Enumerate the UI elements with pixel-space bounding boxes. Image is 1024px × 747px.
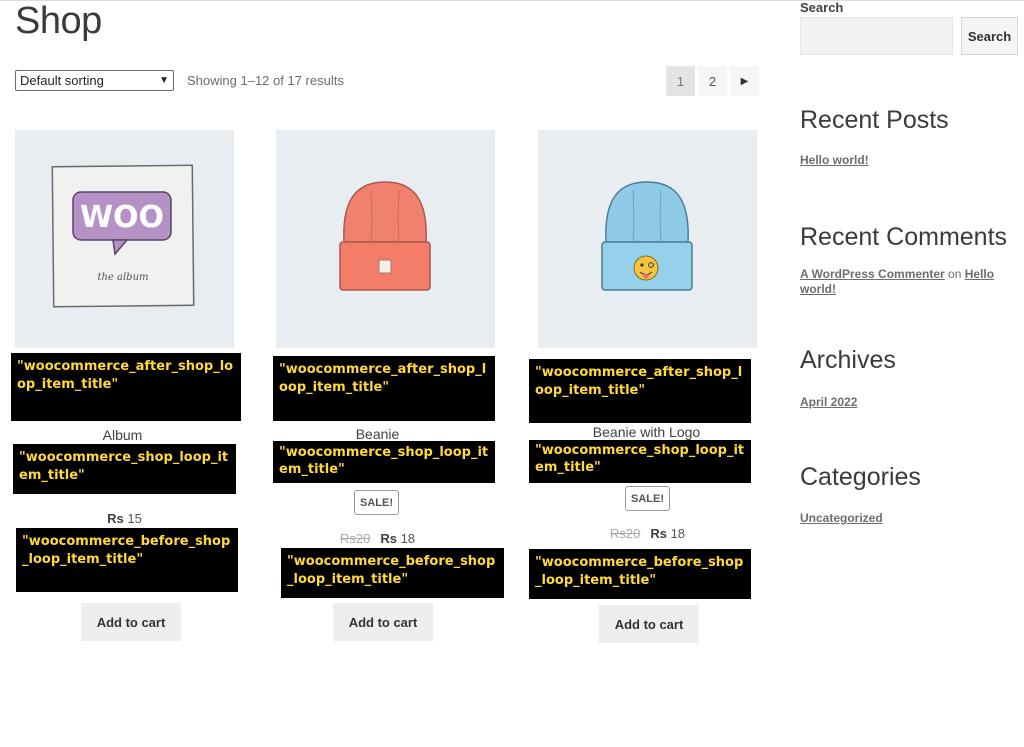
comment-joiner: on: [948, 267, 962, 281]
hook-label-item-title: "woocommerce_shop_loop_item_title": [13, 444, 236, 494]
add-to-cart-button[interactable]: Add to cart: [333, 603, 433, 641]
product-price-beanie-with-logo: Rs20 Rs 18: [538, 526, 757, 541]
currency-symbol: Rs: [380, 531, 397, 546]
product-image-album[interactable]: WOO the album: [15, 130, 234, 348]
product-price-beanie: Rs20 Rs 18: [268, 531, 487, 546]
currency-symbol: Rs: [650, 526, 667, 541]
hook-label-item-title: "woocommerce_shop_loop_item_title": [273, 441, 495, 483]
archives-title: Archives: [800, 346, 896, 374]
album-caption-text: the album: [97, 272, 148, 283]
product-title-album[interactable]: Album: [13, 427, 232, 443]
page-1: 1: [666, 66, 695, 96]
sale-badge: SALE!: [625, 486, 670, 511]
hook-label-item-title: "woocommerce_shop_loop_item_title": [529, 440, 751, 483]
search-label: Search: [800, 0, 844, 15]
hook-label-after-title: "woocommerce_after_shop_loop_item_title": [11, 353, 241, 421]
page-title: Shop: [15, 0, 102, 42]
category-link[interactable]: Uncategorized: [800, 511, 883, 525]
currency-symbol: Rs: [107, 511, 124, 526]
comment-author-link[interactable]: A WordPress Commenter: [800, 267, 945, 281]
product-price-album: Rs 15: [15, 511, 234, 526]
red-beanie-icon: [339, 181, 431, 291]
page-2-link[interactable]: 2: [698, 66, 727, 96]
recent-posts-title: Recent Posts: [800, 106, 949, 134]
add-to-cart-button[interactable]: Add to cart: [599, 605, 699, 643]
recent-comments-title: Recent Comments: [800, 223, 1008, 251]
next-page-icon[interactable]: ▶: [730, 66, 759, 96]
old-currency-symbol: Rs: [609, 526, 626, 541]
price-value: 18: [400, 531, 416, 546]
recent-comment: A WordPress Commenter on Hello world!: [800, 267, 1005, 297]
add-to-cart-button[interactable]: Add to cart: [81, 603, 181, 641]
hook-label-after-title: "woocommerce_after_shop_loop_item_title": [529, 359, 751, 423]
old-price-value: 20: [625, 526, 641, 541]
recent-post-link[interactable]: Hello world!: [800, 153, 869, 167]
top-border: [0, 0, 1024, 1]
chevron-down-icon: ▼: [159, 75, 169, 86]
product-title-beanie[interactable]: Beanie: [268, 426, 487, 442]
price-value: 18: [670, 526, 686, 541]
product-image-beanie[interactable]: [276, 130, 495, 348]
hook-label-before-title: "woocommerce_before_shop_loop_item_title…: [529, 549, 751, 599]
hook-label-after-title: "woocommerce_after_shop_loop_item_title": [273, 356, 495, 421]
archive-link[interactable]: April 2022: [800, 395, 857, 409]
sort-select[interactable]: Default sorting ▼: [15, 70, 174, 91]
categories-title: Categories: [800, 463, 921, 491]
hook-label-before-title: "woocommerce_before_shop_loop_item_title…: [281, 548, 504, 598]
woo-album-icon: WOO the album: [51, 164, 195, 308]
sale-badge: SALE!: [354, 490, 399, 515]
pagination: 1 2 ▶: [666, 66, 762, 96]
search-button[interactable]: Search: [961, 17, 1018, 55]
price-value: 15: [127, 511, 142, 526]
blue-beanie-icon: [601, 181, 693, 291]
sort-select-value: Default sorting: [20, 73, 104, 88]
hook-label-before-title: "woocommerce_before_shop_loop_item_title…: [16, 528, 238, 592]
product-title-beanie-with-logo[interactable]: Beanie with Logo: [537, 424, 756, 440]
search-input[interactable]: [800, 17, 953, 55]
album-logo-text: WOO: [80, 200, 164, 235]
old-price-value: 20: [355, 531, 371, 546]
product-image-beanie-with-logo[interactable]: [538, 130, 757, 348]
old-currency-symbol: Rs: [339, 531, 356, 546]
result-count: Showing 1–12 of 17 results: [187, 73, 344, 88]
